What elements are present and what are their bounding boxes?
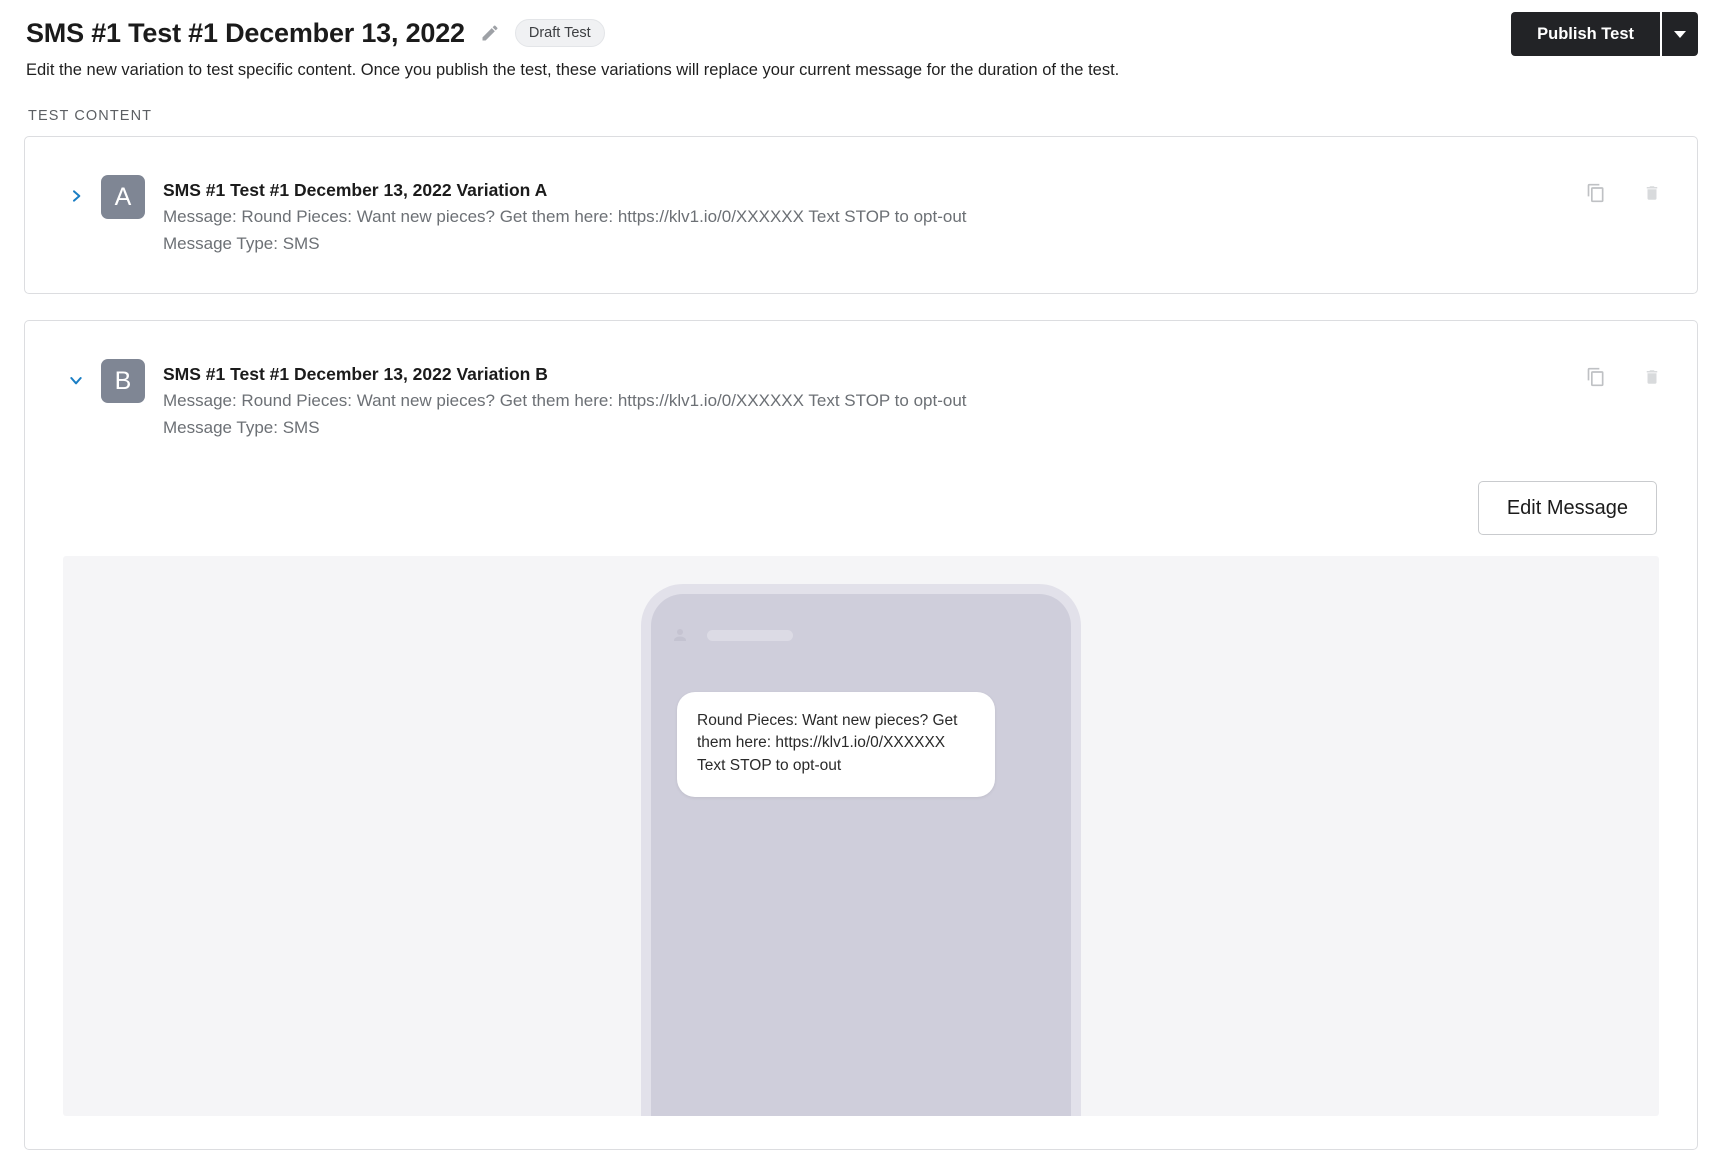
variation-b-actions xyxy=(1585,365,1663,389)
title-row: SMS #1 Test #1 December 13, 2022 Draft T… xyxy=(26,14,1696,52)
publish-options-dropdown-button[interactable] xyxy=(1660,12,1698,56)
ab-test-editor-page: SMS #1 Test #1 December 13, 2022 Draft T… xyxy=(0,0,1722,1168)
variation-b-texts: SMS #1 Test #1 December 13, 2022 Variati… xyxy=(163,359,967,442)
publish-test-button[interactable]: Publish Test xyxy=(1511,12,1660,56)
duplicate-icon[interactable] xyxy=(1585,181,1607,205)
variation-letter-badge: B xyxy=(101,359,145,403)
variation-a-header: A SMS #1 Test #1 December 13, 2022 Varia… xyxy=(25,137,1697,258)
phone-mockup: Round Pieces: Want new pieces? Get them … xyxy=(641,584,1081,1116)
publish-button-group: Publish Test xyxy=(1511,12,1698,56)
page-title: SMS #1 Test #1 December 13, 2022 xyxy=(26,17,465,48)
variation-letter-badge: A xyxy=(101,175,145,219)
contact-name-placeholder xyxy=(707,629,793,641)
duplicate-icon[interactable] xyxy=(1585,365,1607,389)
variation-card-b: B SMS #1 Test #1 December 13, 2022 Varia… xyxy=(24,320,1698,1150)
chevron-right-icon[interactable] xyxy=(65,185,87,207)
section-label-test-content: TEST CONTENT xyxy=(28,108,153,124)
variation-b-header: B SMS #1 Test #1 December 13, 2022 Varia… xyxy=(25,321,1697,442)
variation-a-texts: SMS #1 Test #1 December 13, 2022 Variati… xyxy=(163,175,967,258)
trash-icon[interactable] xyxy=(1641,181,1663,205)
page-header: SMS #1 Test #1 December 13, 2022 Draft T… xyxy=(0,0,1722,81)
variation-title: SMS #1 Test #1 December 13, 2022 Variati… xyxy=(163,180,548,200)
message-preview-panel: Round Pieces: Want new pieces? Get them … xyxy=(63,556,1659,1116)
variation-message-line: Message: Round Pieces: Want new pieces? … xyxy=(163,391,967,411)
chevron-down-icon[interactable] xyxy=(65,369,87,391)
status-badge: Draft Test xyxy=(514,19,605,47)
variation-a-actions xyxy=(1585,181,1663,205)
phone-header xyxy=(671,626,793,644)
trash-icon[interactable] xyxy=(1641,365,1663,389)
edit-message-button[interactable]: Edit Message xyxy=(1477,481,1657,535)
chevron-down-icon xyxy=(1674,30,1686,38)
sms-preview-bubble: Round Pieces: Want new pieces? Get them … xyxy=(677,692,995,798)
variation-message-type-line: Message Type: SMS xyxy=(163,234,320,254)
pencil-icon[interactable] xyxy=(479,22,501,44)
page-subtitle: Edit the new variation to test specific … xyxy=(26,61,1120,79)
variation-card-a: A SMS #1 Test #1 December 13, 2022 Varia… xyxy=(24,136,1698,294)
variation-message-type-line: Message Type: SMS xyxy=(163,418,320,438)
variation-title: SMS #1 Test #1 December 13, 2022 Variati… xyxy=(163,364,548,384)
variation-message-line: Message: Round Pieces: Want new pieces? … xyxy=(163,207,967,227)
person-icon xyxy=(671,626,689,644)
